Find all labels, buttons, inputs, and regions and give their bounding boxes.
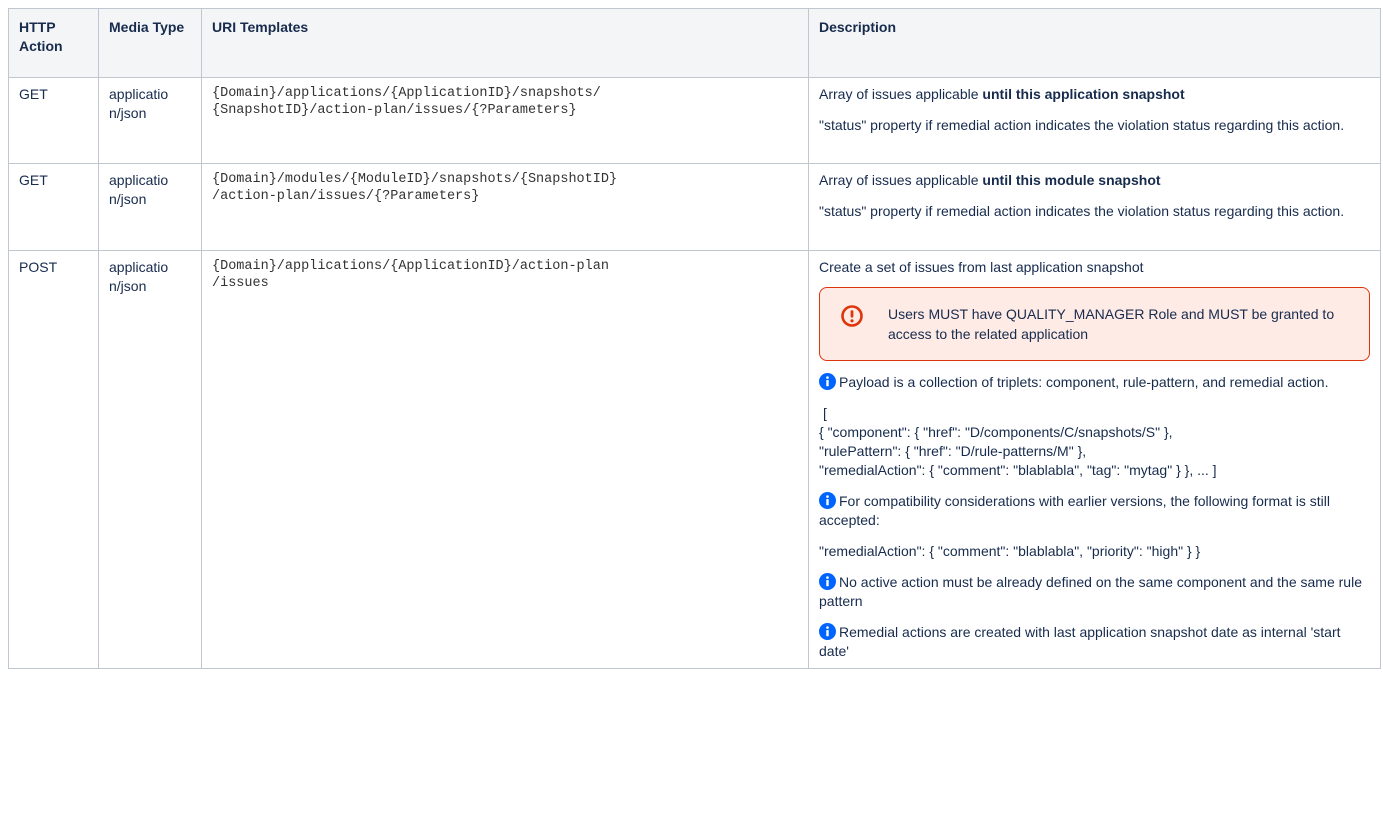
api-table: HTTP Action Media Type URI Templates Des…: [8, 8, 1381, 669]
panel-text: Users MUST have QUALITY_MANAGER Role and…: [888, 306, 1335, 342]
info-note: Remedial actions are created with last a…: [819, 624, 1341, 659]
error-icon: [840, 304, 864, 328]
media-type-cell: applicatio n/json: [98, 163, 202, 251]
payload-line: "remedialAction": { "comment": "blablabl…: [819, 462, 1217, 478]
payload-example: [ { "component": { "href": "D/components…: [819, 404, 1370, 480]
uri-template-cell: {Domain}/applications/{ApplicationID}/ac…: [201, 250, 809, 669]
info-icon: [819, 373, 836, 390]
status-note: "status" property if remedial action ind…: [819, 203, 1345, 219]
http-action-cell: GET: [8, 163, 99, 251]
status-note: "status" property if remedial action ind…: [819, 117, 1345, 133]
uri-line: {Domain}/modules/{ModuleID}/snapshots/{S…: [212, 172, 618, 187]
http-action-cell: POST: [8, 250, 99, 669]
info-note: No active action must be already defined…: [819, 574, 1362, 609]
uri-line: {Domain}/applications/{ApplicationID}/ac…: [212, 259, 609, 274]
description-intro: Create a set of issues from last applica…: [819, 259, 1144, 275]
header-description: Description: [808, 8, 1381, 78]
header-row: HTTP Action Media Type URI Templates Des…: [8, 8, 1381, 78]
header-http-action: HTTP Action: [8, 8, 99, 78]
info-icon: [819, 623, 836, 640]
uri-line: /issues: [212, 276, 269, 291]
payload-line: [: [823, 405, 827, 421]
description-text: Array of issues applicable: [819, 86, 983, 102]
media-type-cell: applicatio n/json: [98, 77, 202, 164]
table-row: POST applicatio n/json {Domain}/applicat…: [8, 250, 1381, 669]
header-media-type: Media Type: [98, 8, 202, 78]
payload-line: { "component": { "href": "D/components/C…: [819, 424, 1173, 440]
header-uri-templates: URI Templates: [201, 8, 809, 78]
description-bold: until this module snapshot: [982, 172, 1161, 188]
media-type-cell: applicatio n/json: [98, 250, 202, 669]
info-icon: [819, 492, 836, 509]
uri-line: {SnapshotID}/action-plan/issues/{?Parame…: [212, 103, 577, 118]
uri-template-cell: {Domain}/modules/{ModuleID}/snapshots/{S…: [201, 163, 809, 251]
info-icon: [819, 573, 836, 590]
info-note: Payload is a collection of triplets: com…: [839, 374, 1329, 390]
description-cell: Array of issues applicable until this mo…: [808, 163, 1381, 251]
table-row: GET applicatio n/json {Domain}/applicati…: [8, 77, 1381, 164]
description-cell: Create a set of issues from last applica…: [808, 250, 1381, 669]
payload-line: "rulePattern": { "href": "D/rule-pattern…: [819, 443, 1087, 459]
legacy-format: "remedialAction": { "comment": "blablabl…: [819, 543, 1201, 559]
info-note: For compatibility considerations with ea…: [819, 493, 1330, 528]
http-action-cell: GET: [8, 77, 99, 164]
description-bold: until this application snapshot: [982, 86, 1185, 102]
uri-template-cell: {Domain}/applications/{ApplicationID}/sn…: [201, 77, 809, 164]
uri-line: /action-plan/issues/{?Parameters}: [212, 189, 480, 204]
description-cell: Array of issues applicable until this ap…: [808, 77, 1381, 164]
uri-line: {Domain}/applications/{ApplicationID}/sn…: [212, 86, 601, 101]
table-row: GET applicatio n/json {Domain}/modules/{…: [8, 163, 1381, 251]
description-text: Array of issues applicable: [819, 172, 983, 188]
warning-panel: Users MUST have QUALITY_MANAGER Role and…: [819, 287, 1370, 361]
